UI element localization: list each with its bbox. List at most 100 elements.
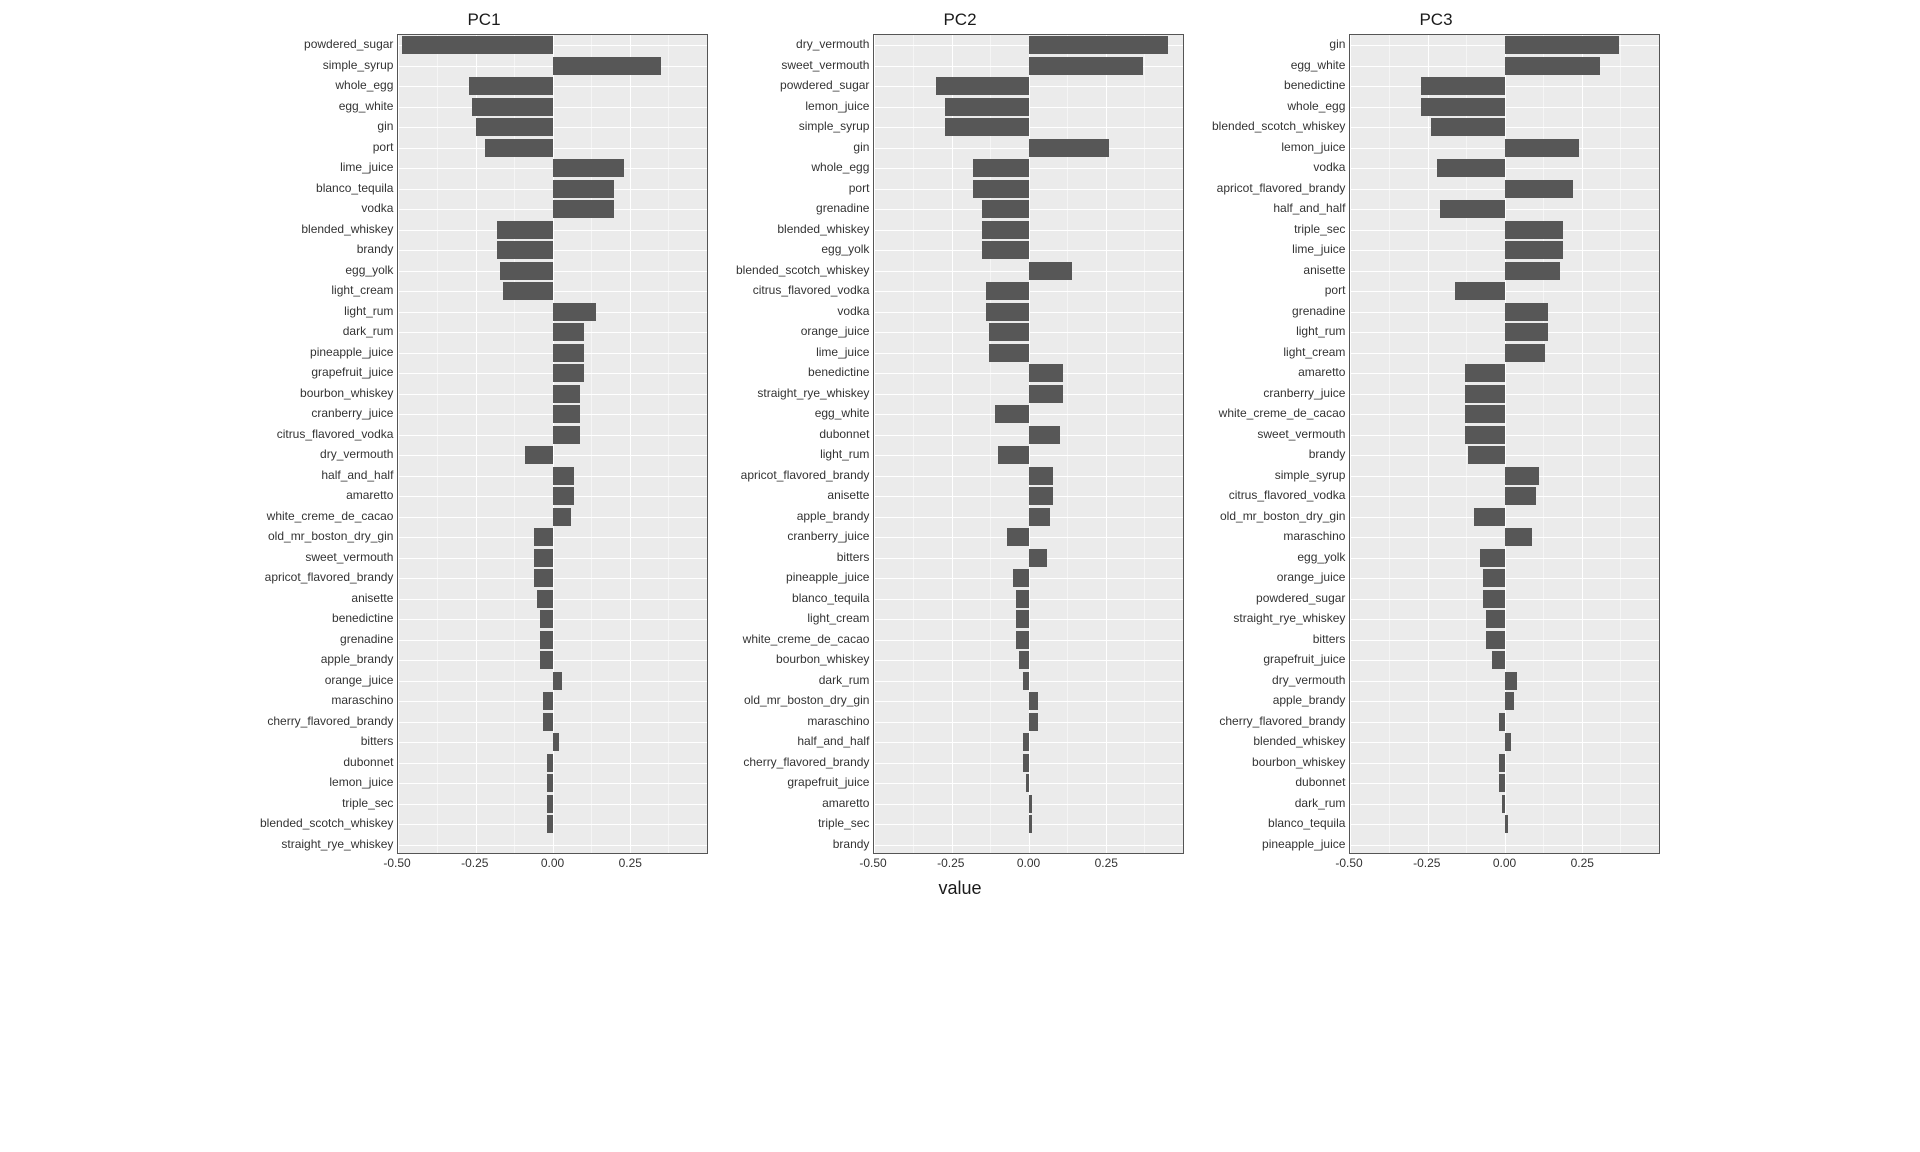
y-tick-label: apple_brandy [797, 506, 870, 527]
bar [1486, 631, 1505, 649]
bar [989, 323, 1029, 341]
y-tick-label: white_creme_de_cacao [267, 506, 394, 527]
y-tick-label: straight_rye_whiskey [281, 834, 393, 855]
bar [1029, 815, 1032, 833]
y-tick-label: half_and_half [1273, 198, 1345, 219]
y-tick-label: maraschino [1283, 526, 1345, 547]
y-tick-label: whole_egg [335, 75, 393, 96]
y-tick-label: bitters [1313, 629, 1346, 650]
y-tick-label: brandy [357, 239, 394, 260]
bar [476, 118, 553, 136]
y-tick-label: old_mr_boston_dry_gin [744, 690, 869, 711]
y-tick-label: dry_vermouth [320, 444, 393, 465]
y-tick-label: port [1325, 280, 1346, 301]
panel-pc2: PC2dry_vermouthsweet_vermouthpowdered_su… [736, 10, 1184, 872]
bar [1505, 733, 1511, 751]
bar [1474, 508, 1505, 526]
bar [553, 733, 559, 751]
x-axis-spacer [1212, 854, 1349, 872]
y-tick-label: maraschino [331, 690, 393, 711]
bar [1505, 180, 1573, 198]
y-tick-label: blended_scotch_whiskey [260, 813, 393, 834]
x-tick-label: -0.25 [937, 856, 964, 870]
x-tick-label: 0.25 [1571, 856, 1594, 870]
x-axis: -0.50-0.250.000.25 [1212, 854, 1660, 872]
bar [982, 221, 1028, 239]
bar [537, 590, 552, 608]
panel-body: dry_vermouthsweet_vermouthpowdered_sugar… [736, 34, 1184, 854]
y-tick-label: white_creme_de_cacao [1219, 403, 1346, 424]
bar [1029, 692, 1038, 710]
x-tick-label: 0.00 [1493, 856, 1516, 870]
bar [553, 200, 615, 218]
bar [1483, 590, 1505, 608]
y-tick-label: port [849, 178, 870, 199]
bar [1502, 795, 1505, 813]
y-tick-label: straight_rye_whiskey [1233, 608, 1345, 629]
y-tick-label: dubonnet [1295, 772, 1345, 793]
y-tick-label: cherry_flavored_brandy [267, 711, 393, 732]
y-tick-label: egg_yolk [1297, 547, 1345, 568]
bar [1505, 815, 1508, 833]
bar [982, 200, 1028, 218]
y-tick-label: cherry_flavored_brandy [1219, 711, 1345, 732]
y-tick-label: bourbon_whiskey [776, 649, 869, 670]
y-tick-label: anisette [1303, 260, 1345, 281]
bar [1029, 36, 1168, 54]
bar [534, 569, 553, 587]
plot-area [873, 34, 1184, 854]
x-axis: -0.50-0.250.000.25 [736, 854, 1184, 872]
y-tick-label: blended_whiskey [1253, 731, 1345, 752]
bar [485, 139, 553, 157]
y-tick-label: blended_scotch_whiskey [1212, 116, 1345, 137]
y-tick-label: brandy [1309, 444, 1346, 465]
x-tick-label: -0.50 [383, 856, 410, 870]
y-tick-label: cranberry_juice [787, 526, 869, 547]
bar [1505, 303, 1548, 321]
y-tick-label: light_cream [1283, 342, 1345, 363]
y-tick-label: powdered_sugar [304, 34, 393, 55]
bar [1465, 426, 1505, 444]
y-tick-label: cherry_flavored_brandy [743, 752, 869, 773]
bar [497, 221, 553, 239]
bar [1499, 713, 1505, 731]
bars-layer [398, 35, 707, 853]
bar [1029, 487, 1054, 505]
bar [1505, 487, 1536, 505]
y-tick-label: light_rum [1296, 321, 1345, 342]
bar [497, 241, 553, 259]
bar [553, 385, 581, 403]
bar [543, 692, 552, 710]
panel-body: powdered_sugarsimple_syrupwhole_eggegg_w… [260, 34, 708, 854]
bar [534, 549, 553, 567]
y-tick-label: cranberry_juice [1263, 383, 1345, 404]
y-tick-label: powdered_sugar [1256, 588, 1345, 609]
bar [1505, 692, 1514, 710]
bar [1013, 569, 1028, 587]
bar [553, 344, 584, 362]
bar [1492, 651, 1504, 669]
bar [1480, 549, 1505, 567]
bar [540, 651, 552, 669]
y-axis-labels: dry_vermouthsweet_vermouthpowdered_sugar… [736, 34, 873, 854]
y-tick-label: pineapple_juice [786, 567, 869, 588]
bar [547, 754, 553, 772]
x-axis-spacer [736, 854, 873, 872]
bar [1026, 774, 1029, 792]
bar [1023, 672, 1029, 690]
x-tick-area: -0.50-0.250.000.25 [1349, 854, 1660, 872]
bar [1029, 364, 1063, 382]
y-tick-label: light_rum [820, 444, 869, 465]
bar [995, 405, 1029, 423]
bar [1505, 672, 1517, 690]
y-tick-label: blended_whiskey [777, 219, 869, 240]
y-tick-label: orange_juice [801, 321, 870, 342]
bar [1505, 528, 1533, 546]
bar [1505, 221, 1564, 239]
y-tick-label: simple_syrup [323, 55, 394, 76]
y-tick-label: triple_sec [1294, 219, 1345, 240]
bar [1431, 118, 1505, 136]
bar [1016, 631, 1028, 649]
y-tick-label: lemon_juice [329, 772, 393, 793]
y-tick-label: benedictine [1284, 75, 1345, 96]
